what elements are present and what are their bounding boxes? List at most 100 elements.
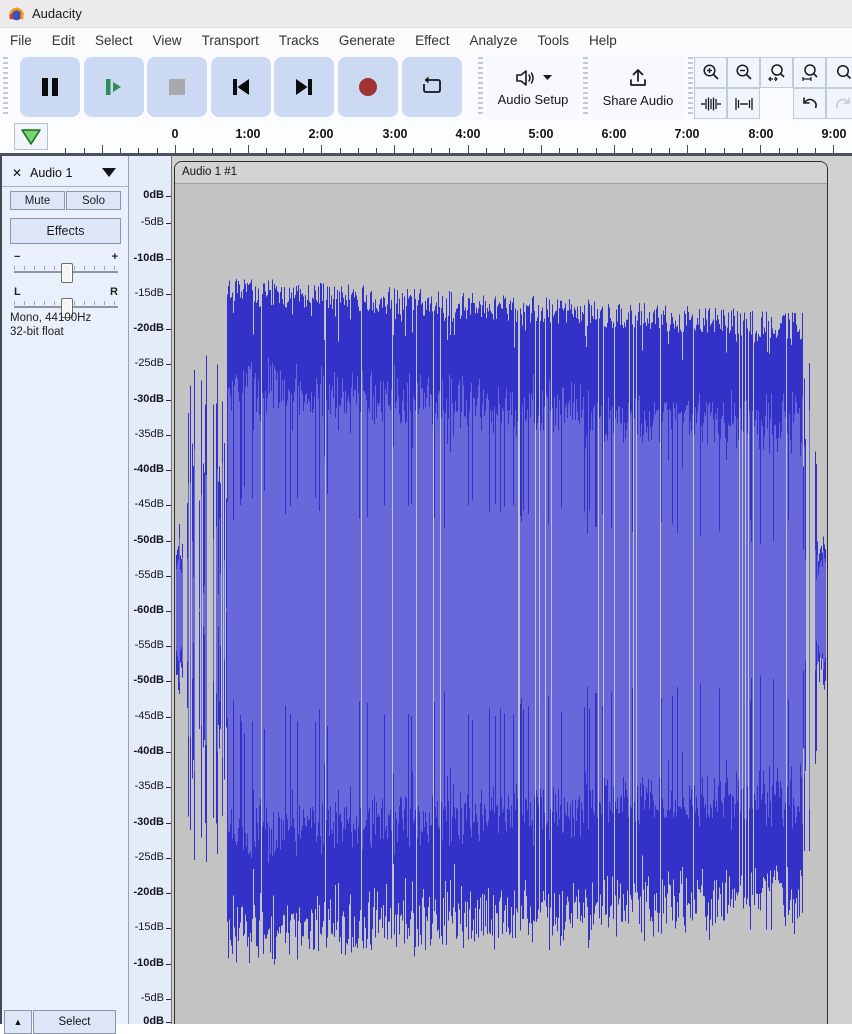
fit-project-button[interactable] xyxy=(793,57,826,88)
skip-to-start-button[interactable] xyxy=(211,57,271,117)
zoom-out-button[interactable] xyxy=(727,57,760,88)
redo-button[interactable] xyxy=(826,88,852,119)
menu-help[interactable]: Help xyxy=(579,30,627,51)
timeline-tick xyxy=(303,148,304,153)
db-ruler-tick xyxy=(166,435,171,436)
track-name[interactable]: Audio 1 xyxy=(30,166,72,180)
skip-to-end-button[interactable] xyxy=(274,57,334,117)
clip-title-bar[interactable]: Audio 1 #1 xyxy=(175,162,827,184)
solo-button[interactable]: Solo xyxy=(66,191,121,210)
record-button[interactable] xyxy=(338,57,398,117)
timeline-label: 4:00 xyxy=(455,127,480,141)
timeline-tick xyxy=(449,148,450,153)
timeline-tick xyxy=(394,145,395,153)
trim-audio-icon xyxy=(700,95,722,113)
pause-button[interactable] xyxy=(20,57,80,117)
timeline-tick xyxy=(230,148,231,153)
menu-effect[interactable]: Effect xyxy=(405,30,459,51)
audio-setup-button[interactable]: Audio Setup xyxy=(487,55,579,119)
db-ruler-label: -25dB xyxy=(135,851,164,863)
menu-edit[interactable]: Edit xyxy=(42,30,85,51)
track-menu-caret-icon[interactable] xyxy=(102,168,116,177)
menu-transport[interactable]: Transport xyxy=(192,30,269,51)
gain-slider-thumb[interactable] xyxy=(61,263,73,283)
share-audio-label: Share Audio xyxy=(603,93,674,108)
track-close-button[interactable]: ✕ xyxy=(9,165,25,181)
audio-setup-label: Audio Setup xyxy=(498,92,569,107)
stop-icon xyxy=(166,76,188,98)
db-ruler-tick xyxy=(166,893,171,894)
db-ruler-tick xyxy=(166,858,171,859)
dropdown-caret-icon xyxy=(543,74,552,81)
db-ruler-tick xyxy=(166,717,171,718)
audio-clip[interactable]: Audio 1 #1 xyxy=(174,161,828,1024)
db-ruler[interactable]: 0dB-5dB-10dB-15dB-20dB-25dB-30dB-35dB-40… xyxy=(129,156,172,1024)
timeline-tick xyxy=(779,148,780,153)
timeline-options-button[interactable] xyxy=(14,123,48,150)
toolbar: Audio Setup Share Audio xyxy=(0,52,852,123)
db-ruler-tick xyxy=(166,364,171,365)
zoom-in-button[interactable] xyxy=(694,57,727,88)
menu-analyze[interactable]: Analyze xyxy=(459,30,527,51)
timeline-ruler[interactable]: 01:002:003:004:005:006:007:008:009:00 xyxy=(0,122,852,156)
track-format-label: 32-bit float xyxy=(10,325,91,339)
audio-setup-toolbar-grip[interactable] xyxy=(478,57,483,117)
zoom-out-icon xyxy=(734,63,754,83)
gain-slider[interactable]: − + xyxy=(12,251,120,285)
db-ruler-label: -15dB xyxy=(135,287,164,299)
menu-generate[interactable]: Generate xyxy=(329,30,405,51)
window-title: Audacity xyxy=(32,6,82,21)
menu-tracks[interactable]: Tracks xyxy=(269,30,329,51)
timeline-tick xyxy=(760,145,761,153)
zoom-toggle-button[interactable] xyxy=(826,57,852,88)
track-collapse-button[interactable]: ▲ xyxy=(4,1010,32,1034)
edit-toolbar-grip[interactable] xyxy=(688,57,693,117)
timeline-label: 5:00 xyxy=(528,127,553,141)
timeline-tick xyxy=(157,148,158,153)
share-audio-button[interactable]: Share Audio xyxy=(592,55,684,119)
record-icon xyxy=(357,76,379,98)
db-ruler-tick xyxy=(166,611,171,612)
stop-button[interactable] xyxy=(147,57,207,117)
trim-audio-button[interactable] xyxy=(694,88,727,119)
db-ruler-label: -5dB xyxy=(141,216,164,228)
timeline-tick xyxy=(742,148,743,153)
timeline-tick xyxy=(724,148,725,153)
transport-toolbar-grip[interactable] xyxy=(3,57,8,117)
zoom-in-icon xyxy=(701,63,721,83)
silence-audio-button[interactable] xyxy=(727,88,760,119)
zoom-to-selection-button[interactable] xyxy=(760,57,793,88)
waveform-canvas[interactable] xyxy=(175,184,827,1024)
loop-icon xyxy=(419,75,445,99)
db-ruler-label: -30dB xyxy=(133,393,164,405)
track-select-button[interactable]: Select xyxy=(33,1010,116,1034)
menu-view[interactable]: View xyxy=(143,30,192,51)
timeline-tick xyxy=(687,145,688,153)
share-audio-toolbar-grip[interactable] xyxy=(583,57,588,117)
timeline-label: 6:00 xyxy=(601,127,626,141)
timeline-tick xyxy=(833,145,834,153)
db-ruler-tick xyxy=(166,223,171,224)
menu-tools[interactable]: Tools xyxy=(527,30,579,51)
db-ruler-tick xyxy=(166,541,171,542)
play-button[interactable] xyxy=(84,57,144,117)
timeline-tick xyxy=(559,148,560,153)
db-ruler-label: -20dB xyxy=(133,322,164,334)
timeline-tick xyxy=(340,148,341,153)
mute-button[interactable]: Mute xyxy=(10,191,65,210)
timeline-label: 7:00 xyxy=(674,127,699,141)
db-ruler-tick xyxy=(166,470,171,471)
menu-select[interactable]: Select xyxy=(85,30,143,51)
db-ruler-label: -30dB xyxy=(133,816,164,828)
speaker-icon xyxy=(514,68,538,88)
skip-to-start-icon xyxy=(229,76,253,98)
db-ruler-label: -50dB xyxy=(133,674,164,686)
undo-button[interactable] xyxy=(793,88,826,119)
effects-button[interactable]: Effects xyxy=(10,218,121,244)
timeline-tick xyxy=(193,148,194,153)
db-ruler-tick xyxy=(166,294,171,295)
fit-project-icon xyxy=(800,63,820,83)
loop-button[interactable] xyxy=(402,57,462,117)
db-ruler-label: -10dB xyxy=(133,252,164,264)
menu-file[interactable]: File xyxy=(0,30,42,51)
